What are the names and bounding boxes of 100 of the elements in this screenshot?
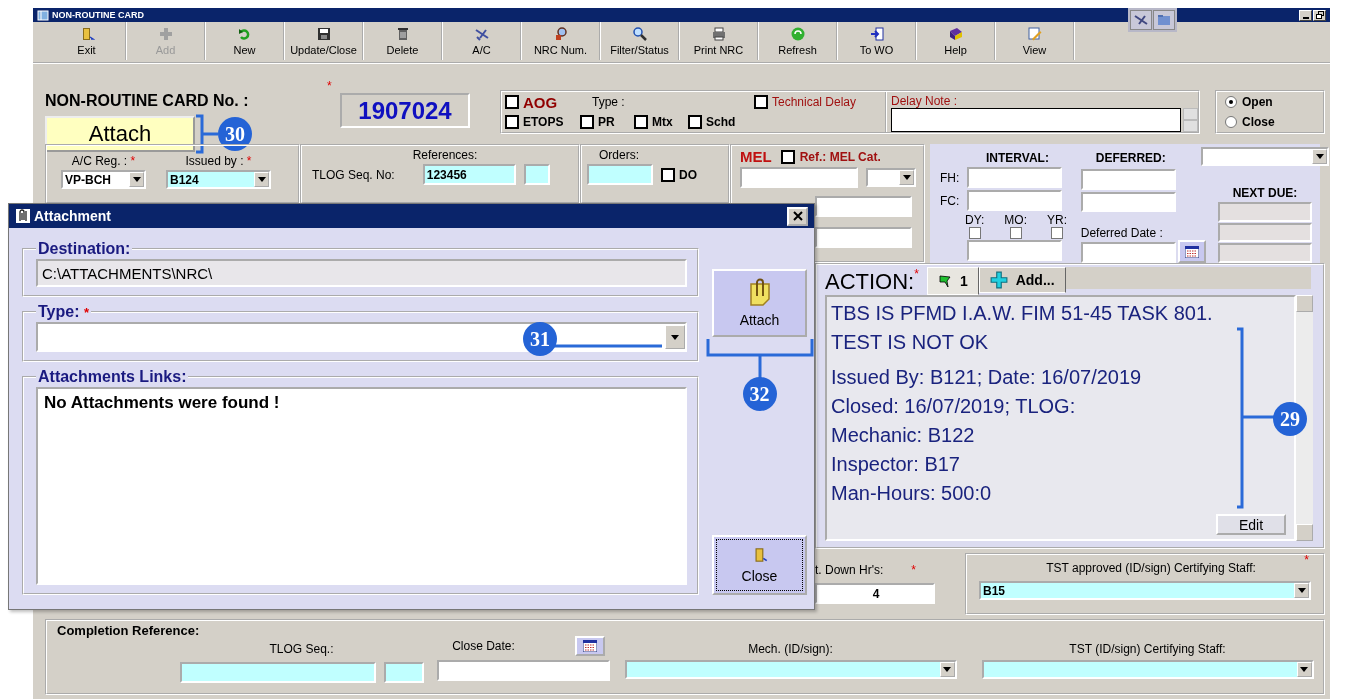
registration-dropdown[interactable]: VP-BCH — [61, 170, 146, 189]
type-dropdown[interactable] — [36, 322, 687, 352]
card-number-field: 1907024 — [340, 93, 470, 128]
checkbox[interactable] — [580, 115, 594, 129]
toolbar-button[interactable]: Exit — [48, 22, 127, 60]
deferred-date-field[interactable] — [1080, 242, 1176, 263]
toolbar-button[interactable]: Print NRC — [680, 22, 759, 60]
calendar-button[interactable] — [1177, 240, 1206, 263]
orders-title: Orders: — [599, 148, 640, 162]
action-text-line: TEST IS NOT OK — [831, 330, 989, 355]
period-label: YR: — [1047, 213, 1068, 227]
period-label: DY: — [965, 213, 985, 227]
checkbox[interactable] — [688, 115, 702, 129]
restore-button[interactable] — [1313, 9, 1326, 21]
input-field[interactable] — [967, 190, 1062, 211]
destination-field: C:\ATTACHMENTS\NRC\ — [36, 259, 687, 287]
toolbar-button[interactable]: Filter/Status — [601, 22, 680, 60]
folder-button[interactable] — [1153, 10, 1175, 30]
checkbox[interactable] — [1009, 227, 1022, 239]
field-label: t. Down Hr's: — [815, 563, 884, 577]
required-mark: * — [911, 563, 916, 577]
checkbox-label: Schd — [706, 115, 736, 129]
book-icon — [947, 26, 964, 42]
issued-by-dropdown[interactable]: B124 — [166, 170, 271, 189]
toolbar-button[interactable]: Update/Close — [285, 22, 364, 60]
checkbox[interactable] — [780, 149, 795, 164]
delay-note-field[interactable] — [891, 108, 1181, 132]
down-hours-field[interactable]: 4 — [815, 583, 935, 604]
checkbox[interactable] — [505, 95, 519, 109]
toolbar-button[interactable]: View — [996, 22, 1075, 60]
radio-button[interactable] — [1225, 96, 1237, 108]
toolbar-button[interactable]: New — [206, 22, 285, 60]
close-icon — [792, 211, 803, 221]
app-icon — [37, 9, 49, 21]
checkbox[interactable] — [754, 95, 768, 109]
input-field[interactable] — [1080, 169, 1176, 190]
deferred-dropdown[interactable] — [1201, 147, 1329, 166]
input-field[interactable] — [967, 167, 1062, 188]
required-mark: * — [83, 305, 89, 320]
field-label: TST approved (ID/sign) Certifying Staff: — [1046, 561, 1256, 575]
toolbar-button[interactable]: Refresh — [759, 22, 838, 60]
input-field[interactable] — [523, 164, 550, 185]
deferred-title: DEFERRED: — [1095, 151, 1167, 165]
checkbox[interactable] — [505, 115, 519, 129]
certifying-staff-dropdown[interactable] — [981, 660, 1314, 679]
delay-note-label: Delay Note : — [891, 94, 959, 108]
field-label: A/C Reg. : — [71, 154, 128, 168]
dialog-title: Attachment — [34, 208, 111, 224]
toolbar-button[interactable]: Help — [917, 22, 996, 60]
required-mark: * — [1304, 553, 1309, 567]
checkbox[interactable] — [634, 115, 648, 129]
close-date-field[interactable] — [437, 660, 610, 681]
toolbar-button[interactable]: To WO — [838, 22, 917, 60]
paperclip-icon — [15, 208, 31, 224]
next-due-title: NEXT DUE: — [1232, 186, 1298, 200]
orders-field[interactable] — [587, 164, 653, 185]
field-label: TST (ID/sign) Certifying Staff: — [1069, 642, 1226, 656]
edit-button[interactable]: Edit — [1216, 514, 1286, 535]
checkbox[interactable] — [1051, 227, 1063, 239]
action-text-line: TBS IS PFMD I.A.W. FIM 51-45 TASK 801. — [831, 301, 1213, 326]
calendar-icon — [582, 640, 597, 652]
radio-label: Open — [1242, 95, 1273, 109]
field-label: FH: — [940, 170, 961, 185]
close-button[interactable]: Close — [712, 535, 807, 595]
attach-button[interactable]: Attach — [45, 116, 195, 152]
tab[interactable]: Add... — [978, 267, 1066, 293]
input-field[interactable] — [1080, 191, 1176, 212]
minimize-button[interactable] — [1299, 9, 1312, 21]
input-field[interactable] — [815, 227, 912, 248]
plane-button[interactable] — [1130, 10, 1152, 30]
checkbox[interactable] — [968, 227, 981, 239]
action-text-line: Inspector: B17 — [831, 452, 960, 477]
checkbox[interactable] — [661, 167, 675, 182]
tab[interactable]: 1 — [926, 267, 979, 295]
toolbar-button[interactable]: Delete — [364, 22, 443, 60]
restore-icon — [1315, 11, 1324, 19]
close-button[interactable] — [787, 206, 808, 226]
required-mark: * — [130, 154, 136, 168]
mel-category-dropdown[interactable] — [866, 168, 916, 187]
mel-field[interactable] — [740, 167, 858, 188]
input-field[interactable] — [815, 196, 912, 217]
document-pencil-icon — [1026, 26, 1043, 42]
enter-icon — [868, 26, 885, 42]
tlog-seq-field[interactable] — [179, 662, 376, 683]
field-label: FC: — [940, 193, 961, 208]
field-label: Close Date: — [452, 639, 515, 653]
toolbar-button[interactable]: A/C — [443, 22, 522, 60]
input-field[interactable] — [383, 662, 424, 683]
input-field[interactable] — [967, 240, 1062, 261]
mechanic-dropdown[interactable] — [624, 660, 957, 679]
action-text-line: Man-Hours: 500:0 — [831, 481, 992, 506]
toolbar-button[interactable]: NRC Num. — [522, 22, 601, 60]
folder-icon — [1156, 12, 1172, 28]
required-mark: * — [246, 154, 252, 168]
calendar-button[interactable] — [574, 636, 605, 656]
certifying-staff-dropdown[interactable]: B15 — [979, 581, 1311, 600]
radio-button[interactable] — [1225, 116, 1237, 128]
interval-title: INTERVAL: — [986, 151, 1050, 165]
attach-button[interactable]: Attach — [712, 269, 807, 337]
tlog-seq-field[interactable]: 123456 — [422, 164, 516, 185]
